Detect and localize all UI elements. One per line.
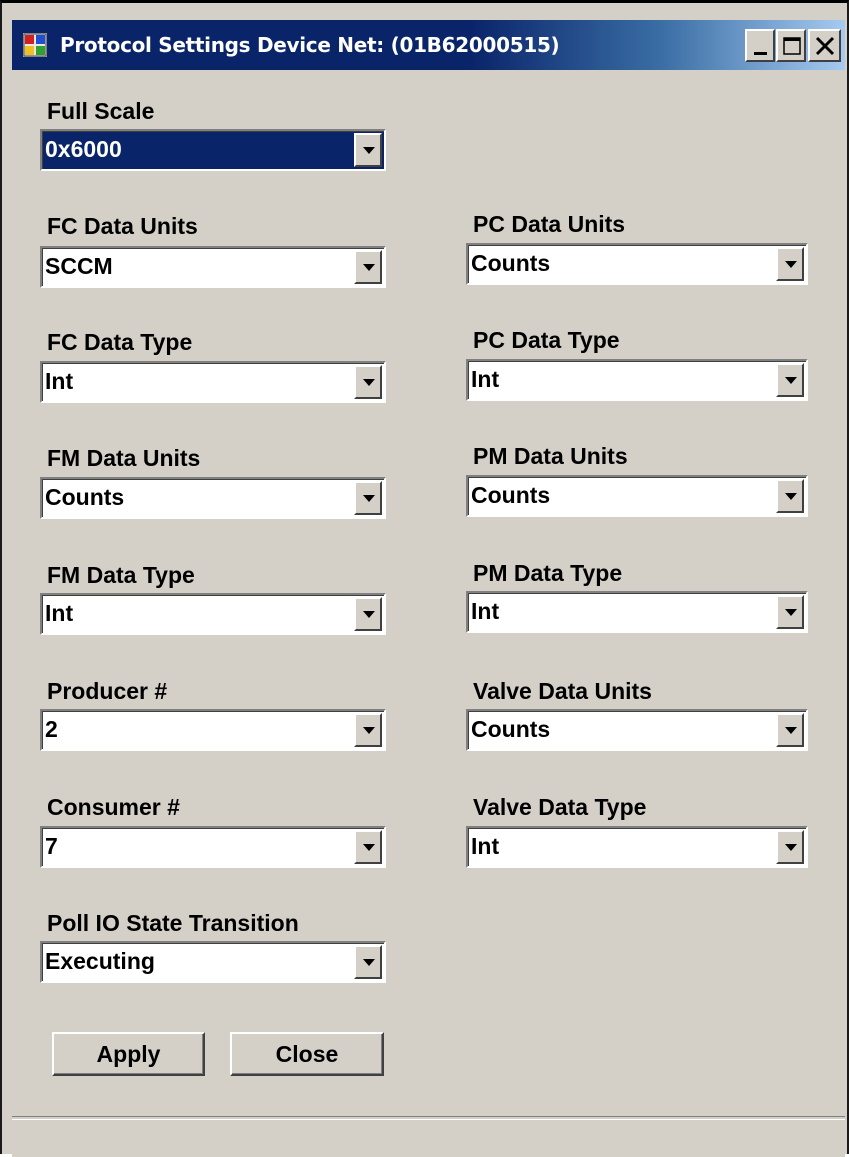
apply-button[interactable]: Apply: [52, 1032, 205, 1076]
producer-select[interactable]: 2: [40, 709, 386, 751]
consumer-select[interactable]: 7: [40, 826, 386, 868]
valve-data-units-value: Counts: [471, 716, 551, 742]
poll-io-state-value: Executing: [45, 948, 155, 974]
fm-data-type-select[interactable]: Int: [40, 593, 386, 635]
producer-value: 2: [45, 716, 58, 742]
pc-data-type-select[interactable]: Int: [466, 359, 808, 401]
pc-data-type-label: PC Data Type: [473, 327, 620, 353]
full-scale-label: Full Scale: [47, 98, 155, 124]
consumer-value: 7: [45, 833, 58, 859]
pm-data-type-label: PM Data Type: [473, 560, 623, 586]
chevron-down-icon: [785, 727, 797, 734]
valve-data-type-value: Int: [471, 833, 500, 859]
producer-dropdown-button[interactable]: [354, 713, 382, 747]
fm-data-units-value: Counts: [45, 484, 125, 510]
chevron-down-icon: [363, 959, 375, 966]
pc-data-units-value: Counts: [471, 250, 551, 276]
fc-data-units-value: SCCM: [45, 253, 113, 279]
fm-data-type-dropdown-button[interactable]: [354, 597, 382, 631]
chevron-down-icon: [363, 727, 375, 734]
close-button[interactable]: Close: [230, 1032, 384, 1076]
pc-data-units-select[interactable]: Counts: [466, 243, 808, 285]
title-bar[interactable]: Protocol Settings Device Net: (01B620005…: [12, 20, 845, 70]
chevron-down-icon: [363, 844, 375, 851]
poll-io-state-dropdown-button[interactable]: [354, 945, 382, 979]
pm-data-type-value: Int: [471, 598, 500, 624]
chevron-down-icon: [785, 609, 797, 616]
valve-data-type-dropdown-button[interactable]: [776, 830, 804, 864]
full-scale-value: 0x6000: [45, 136, 122, 162]
window-frame: Protocol Settings Device Net: (01B620005…: [0, 0, 849, 1157]
pm-data-units-label: PM Data Units: [473, 443, 628, 469]
pm-data-units-dropdown-button[interactable]: [776, 479, 804, 513]
chevron-down-icon: [785, 377, 797, 384]
chevron-down-icon: [785, 493, 797, 500]
poll-io-state-select[interactable]: Executing: [40, 941, 386, 983]
valve-data-units-label: Valve Data Units: [473, 678, 652, 704]
pc-data-units-dropdown-button[interactable]: [776, 247, 804, 281]
minimize-button[interactable]: [745, 29, 775, 62]
pc-data-units-label: PC Data Units: [473, 211, 626, 237]
close-window-button[interactable]: [808, 29, 841, 62]
close-icon: [815, 36, 835, 56]
chevron-down-icon: [363, 495, 375, 502]
valve-data-type-select[interactable]: Int: [466, 826, 808, 868]
valve-data-units-dropdown-button[interactable]: [776, 713, 804, 747]
fc-data-units-label: FC Data Units: [47, 213, 198, 239]
minimize-icon: [754, 52, 767, 55]
pc-data-type-dropdown-button[interactable]: [776, 363, 804, 397]
pm-data-units-value: Counts: [471, 482, 551, 508]
fc-data-type-select[interactable]: Int: [40, 361, 386, 403]
maximize-button[interactable]: [776, 29, 806, 62]
fc-data-units-select[interactable]: SCCM: [40, 246, 386, 288]
fm-data-type-label: FM Data Type: [47, 562, 195, 588]
fc-data-type-dropdown-button[interactable]: [354, 365, 382, 399]
pm-data-units-select[interactable]: Counts: [466, 475, 808, 517]
bottom-separator: [12, 1116, 845, 1120]
pm-data-type-dropdown-button[interactable]: [776, 595, 804, 629]
consumer-label: Consumer #: [47, 794, 180, 820]
consumer-dropdown-button[interactable]: [354, 830, 382, 864]
fc-data-type-value: Int: [45, 368, 74, 394]
fm-data-units-select[interactable]: Counts: [40, 477, 386, 519]
fm-data-type-value: Int: [45, 600, 74, 626]
app-window-icon: [23, 33, 47, 57]
valve-data-units-select[interactable]: Counts: [466, 709, 808, 751]
dialog-body: Full Scale 0x6000 FC Data Units SCCM PC …: [12, 70, 845, 1157]
chevron-down-icon: [785, 261, 797, 268]
fc-data-units-dropdown-button[interactable]: [354, 250, 382, 284]
full-scale-select[interactable]: 0x6000: [40, 129, 386, 171]
maximize-icon: [783, 37, 801, 55]
full-scale-dropdown-button[interactable]: [354, 133, 382, 167]
fm-data-units-dropdown-button[interactable]: [354, 481, 382, 515]
chevron-down-icon: [363, 264, 375, 271]
pm-data-type-select[interactable]: Int: [466, 591, 808, 633]
chevron-down-icon: [785, 844, 797, 851]
valve-data-type-label: Valve Data Type: [473, 794, 647, 820]
chevron-down-icon: [363, 379, 375, 386]
window-title: Protocol Settings Device Net: (01B620005…: [60, 33, 560, 57]
fm-data-units-label: FM Data Units: [47, 445, 201, 471]
poll-io-state-label: Poll IO State Transition: [47, 910, 299, 936]
fc-data-type-label: FC Data Type: [47, 329, 193, 355]
chevron-down-icon: [363, 611, 375, 618]
chevron-down-icon: [363, 147, 375, 154]
producer-label: Producer #: [47, 678, 168, 704]
pc-data-type-value: Int: [471, 366, 500, 392]
